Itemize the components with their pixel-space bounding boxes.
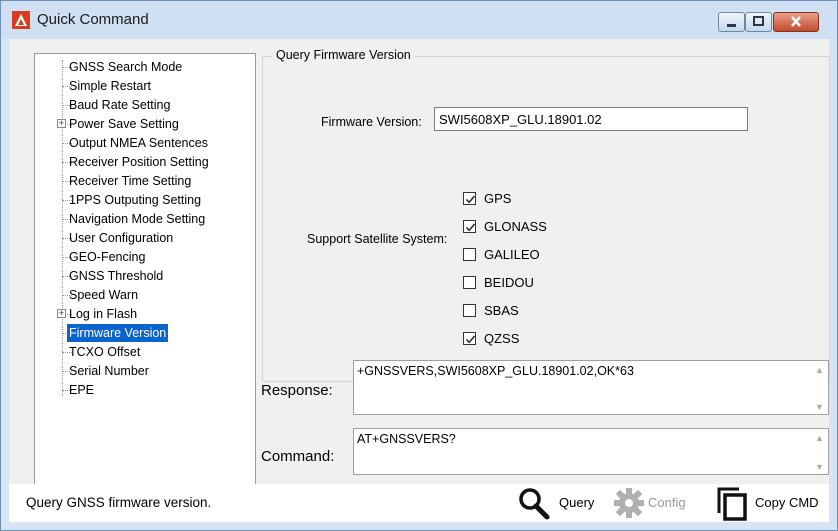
search-icon [519,488,550,520]
scroll-up-icon[interactable]: ▲ [815,365,824,375]
dialog-body: GNSS Search Mode Simple Restart Baud Rate … [9,39,830,522]
tree-item-label: Speed Warn [69,288,139,302]
tree-item-label: Baud Rate Setting [69,98,171,112]
satellite-checkbox[interactable]: GALILEO [463,247,583,265]
tree-item[interactable]: Firmware Version [35,323,253,343]
tree-item[interactable]: 1PPS Outputing Setting [35,191,253,209]
tree-item-label: Receiver Position Setting [69,155,209,169]
expand-icon[interactable]: + [57,119,66,128]
checkbox-unchecked-icon[interactable] [463,304,476,317]
tree-item[interactable]: TCXO Offset [35,343,253,361]
tree-item-label: EPE [69,383,95,397]
tree-item[interactable]: Navigation Mode Setting [35,210,253,228]
checkbox-unchecked-icon[interactable] [463,276,476,289]
copy-cmd-label: Copy CMD [755,495,819,510]
tree-item[interactable]: Receiver Position Setting [35,153,253,171]
command-text: AT+GNSSVERS? [357,432,456,446]
tree-item-label: TCXO Offset [69,345,141,359]
config-button: Config [612,484,712,522]
app-icon [12,11,30,29]
command-tree[interactable]: GNSS Search Mode Simple Restart Baud Rate … [34,53,256,487]
tree-item-label: GNSS Threshold [69,269,164,283]
tree-item[interactable]: + Power Save Setting [35,115,253,133]
status-message: Query GNSS firmware version. [26,495,212,510]
command-textbox[interactable]: AT+GNSSVERS? ▲ ▼ [353,428,829,475]
window-title: Quick Command [37,11,149,28]
scroll-up-icon[interactable]: ▲ [815,433,824,443]
expand-icon[interactable]: + [57,309,66,318]
status-bar: Query GNSS firmware version. Query Confi… [9,484,829,522]
response-label: Response: [261,382,333,399]
tree-item-label: User Configuration [69,231,174,245]
tree-item-label: Navigation Mode Setting [69,212,206,226]
tree-item[interactable]: GNSS Threshold [35,267,253,285]
group-title: Query Firmware Version [272,48,415,62]
copy-icon [717,487,747,521]
tree-item-label: Log in Flash [69,307,138,321]
checkbox-unchecked-icon[interactable] [463,248,476,261]
tree-item-label: Output NMEA Sentences [69,136,208,150]
quick-command-window: Quick Command GNSS Search Mode Simple Res… [0,0,838,531]
satellite-checkbox-label: BEIDOU [484,275,534,290]
tree-item[interactable]: Speed Warn [35,286,253,304]
copy-cmd-button[interactable]: Copy CMD [715,484,827,522]
response-textbox[interactable]: +GNSSVERS,SWI5608XP_GLU.18901.02,OK*63 ▲… [353,360,829,415]
gear-icon [614,488,644,518]
tree-item[interactable]: User Configuration [35,229,253,247]
tree-item[interactable]: GEO-Fencing [35,248,253,266]
close-button[interactable] [773,12,819,32]
tree-item[interactable]: Baud Rate Setting [35,96,253,114]
tree-item-label: Simple Restart [69,79,151,93]
tree-item[interactable]: Serial Number [35,362,253,380]
satellite-system-label: Support Satellite System: [307,232,448,246]
tree-item[interactable]: Receiver Time Setting [35,172,253,190]
tree-item-label: Power Save Setting [69,117,179,131]
firmware-version-field[interactable]: SWI5608XP_GLU.18901.02 [434,107,748,131]
satellite-checkbox-label: GLONASS [484,219,547,234]
query-button[interactable]: Query [517,484,603,522]
tree-item-label: GNSS Search Mode [69,60,183,74]
firmware-version-label: Firmware Version: [321,115,422,129]
tree-item[interactable]: EPE [35,381,253,399]
tree-item[interactable]: Output NMEA Sentences [35,134,253,152]
response-scrollbar[interactable]: ▲ ▼ [811,361,828,414]
satellite-checkbox-label: SBAS [484,303,519,318]
command-label: Command: [261,448,335,465]
minimize-button[interactable] [718,12,745,32]
tree-item-label: Serial Number [69,364,149,378]
query-label: Query [559,495,595,510]
close-icon [791,16,801,27]
maximize-button[interactable] [745,12,772,32]
tree-item[interactable]: GNSS Search Mode [35,58,253,76]
tree-item-label: Receiver Time Setting [69,174,192,188]
checkbox-checked-icon[interactable] [463,192,476,205]
scroll-down-icon[interactable]: ▼ [815,462,824,472]
checkbox-checked-icon[interactable] [463,220,476,233]
tree-item-label: GEO-Fencing [69,250,146,264]
tree-item-label: Firmware Version [65,323,170,343]
satellite-checkbox-label: GALILEO [484,247,540,262]
checkbox-checked-icon[interactable] [463,332,476,345]
tree-item-label: 1PPS Outputing Setting [69,193,202,207]
command-scrollbar[interactable]: ▲ ▼ [811,429,828,474]
maximize-icon [753,16,764,26]
satellite-checkbox[interactable]: QZSS [463,331,583,349]
scroll-down-icon[interactable]: ▼ [815,402,824,412]
minimize-icon [727,24,736,27]
satellite-checkbox-label: GPS [484,191,512,206]
satellite-checkbox[interactable]: SBAS [463,303,583,321]
response-text: +GNSSVERS,SWI5608XP_GLU.18901.02,OK*63 [357,364,634,378]
config-label: Config [648,495,686,510]
tree-item[interactable]: Simple Restart [35,77,253,95]
satellite-checkbox[interactable]: GPS [463,191,583,209]
tree-item[interactable]: + Log in Flash [35,305,253,323]
title-bar: Quick Command [1,1,837,39]
satellite-checkbox[interactable]: GLONASS [463,219,583,237]
satellite-checkbox[interactable]: BEIDOU [463,275,583,293]
satellite-checkbox-label: QZSS [484,331,520,346]
